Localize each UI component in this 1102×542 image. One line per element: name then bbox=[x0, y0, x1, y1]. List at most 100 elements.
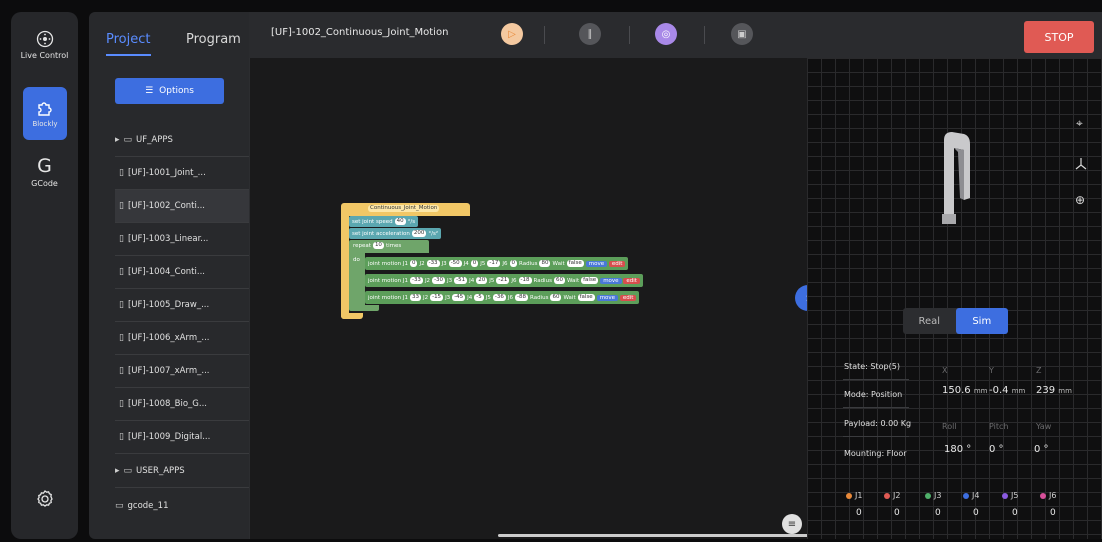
tree-file-1004[interactable]: ▯ [UF]-1004_Conti... bbox=[115, 256, 249, 289]
mode-label: Mode: Position bbox=[844, 390, 903, 399]
j4-value[interactable]: -5 bbox=[474, 294, 484, 301]
wait-value[interactable]: false bbox=[566, 260, 584, 267]
repeat-count[interactable]: 10 bbox=[372, 242, 384, 249]
project-panel: Project Program ☰ Options ▸ ▭ UF_APPS ▯[… bbox=[89, 12, 249, 539]
location-pin-icon[interactable]: ⌖ bbox=[1076, 116, 1083, 131]
tab-program[interactable]: Program bbox=[186, 32, 241, 47]
joint-value-j4: 0 bbox=[973, 508, 979, 518]
radius-value[interactable]: 60 bbox=[553, 277, 565, 284]
file-icon: ▯ bbox=[119, 234, 124, 244]
folder-user-apps[interactable]: ▸ ▭ USER_APPS bbox=[115, 455, 249, 488]
j2-value[interactable]: -15 bbox=[430, 294, 444, 301]
j5-value[interactable]: -21 bbox=[496, 277, 510, 284]
joystick-icon bbox=[36, 30, 53, 48]
j1-value[interactable]: 0 bbox=[409, 260, 418, 267]
joint-motion-block[interactable]: joint motion J1 33 J2 -15 J3 -45 J4 -5 J5 -36 J6 -8… bbox=[365, 291, 640, 304]
save-button[interactable]: ▣ bbox=[731, 23, 753, 45]
folder-uf-apps[interactable]: ▸ ▭ UF_APPS bbox=[115, 124, 249, 157]
play-icon: ▷ bbox=[508, 28, 516, 40]
gear-icon bbox=[36, 490, 53, 507]
j1-value[interactable]: 33 bbox=[409, 294, 421, 301]
real-sim-toggle[interactable]: Real Sim bbox=[903, 308, 1008, 334]
radius-value[interactable]: 80 bbox=[539, 260, 551, 267]
joint-motion-block[interactable]: joint motion J1 -33 J2 -30 J3 -51 J4 20 J5 -21 J6-… bbox=[365, 274, 643, 287]
edit-button[interactable]: edit bbox=[608, 260, 626, 267]
j6-value[interactable]: 0 bbox=[509, 260, 518, 267]
axes-icon[interactable] bbox=[1073, 156, 1089, 172]
x-value: 150.6 mm bbox=[942, 385, 987, 396]
file-label: [UF]-1004_Conti... bbox=[127, 267, 205, 277]
speed-label: set joint speed bbox=[352, 218, 393, 225]
pitch-value: 0 ° bbox=[989, 444, 1004, 455]
edit-button[interactable]: edit bbox=[619, 294, 637, 301]
tree-file-1002[interactable]: ▯ [UF]-1002_Conti... bbox=[115, 190, 249, 223]
joint-value-j6: 0 bbox=[1050, 508, 1056, 518]
j2-value[interactable]: -30 bbox=[432, 277, 446, 284]
python-button[interactable]: ◎ bbox=[655, 23, 677, 45]
options-button[interactable]: ☰ Options bbox=[115, 78, 224, 104]
function-block-body bbox=[341, 216, 349, 319]
tree-file-1005[interactable]: ▯ [UF]-1005_Draw_... bbox=[115, 289, 249, 322]
j2-value[interactable]: -33 bbox=[426, 260, 440, 267]
set-joint-acceleration-block[interactable]: set joint acceleration 200 °/s² bbox=[349, 228, 442, 239]
gcode-icon: G bbox=[37, 155, 52, 177]
horizontal-scrollbar[interactable] bbox=[498, 534, 810, 537]
block-menu-button[interactable]: ≡ bbox=[782, 514, 802, 534]
move-button[interactable]: move bbox=[596, 294, 619, 301]
tree-file-1007[interactable]: ▯ [UF]-1007_xArm_... bbox=[115, 355, 249, 388]
file-label: [UF]-1007_xArm_... bbox=[127, 366, 210, 376]
acceleration-value[interactable]: 200 bbox=[411, 230, 427, 237]
move-button[interactable]: move bbox=[585, 260, 608, 267]
x-label: X bbox=[942, 366, 948, 375]
j3-value[interactable]: -51 bbox=[454, 277, 468, 284]
j5-value[interactable]: -36 bbox=[492, 294, 506, 301]
acceleration-label: set joint acceleration bbox=[352, 230, 410, 237]
joint-color-dot bbox=[1040, 492, 1046, 499]
robot-arm-model bbox=[942, 132, 970, 224]
tree-file-1008[interactable]: ▯ [UF]-1008_Bio_G... bbox=[115, 388, 249, 421]
j1-value[interactable]: -33 bbox=[409, 277, 423, 284]
function-name-field[interactable]: Continuous_Joint_Motion bbox=[366, 205, 441, 212]
sim-button[interactable]: Sim bbox=[955, 308, 1008, 334]
joint-color-dot bbox=[1002, 492, 1008, 499]
function-block-footer bbox=[341, 313, 363, 319]
folder-icon: ▭ bbox=[123, 466, 133, 476]
settings-button[interactable] bbox=[11, 489, 78, 509]
edit-button[interactable]: edit bbox=[623, 277, 640, 284]
stop-button[interactable]: STOP bbox=[1024, 21, 1094, 53]
j3-value[interactable]: -45 bbox=[452, 294, 466, 301]
radius-value[interactable]: 60 bbox=[550, 294, 562, 301]
run-button[interactable]: ▷ bbox=[501, 23, 523, 45]
j5-value[interactable]: -17 bbox=[487, 260, 501, 267]
real-button[interactable]: Real bbox=[903, 308, 956, 334]
pause-button[interactable]: ∥ bbox=[579, 23, 601, 45]
j4-value[interactable]: 0 bbox=[470, 260, 479, 267]
j6-value[interactable]: -18 bbox=[518, 277, 532, 284]
tree-file-1006[interactable]: ▯ [UF]-1006_xArm_... bbox=[115, 322, 249, 355]
wait-value[interactable]: false bbox=[577, 294, 595, 301]
y-value: -0.4 mm bbox=[989, 385, 1025, 396]
tree-file-1009[interactable]: ▯ [UF]-1009_Digital... bbox=[115, 421, 249, 454]
rail-item-gcode[interactable]: G GCode bbox=[11, 156, 78, 188]
tree-file-1001[interactable]: ▯ [UF]-1001_Joint_... bbox=[115, 157, 249, 190]
joint-motion-block[interactable]: joint motion J1 0 J2 -33 J3 -50 J4 0 J5 -17 J6 0 Rad… bbox=[365, 257, 629, 270]
tab-project[interactable]: Project bbox=[106, 32, 150, 47]
folder-label: gcode_11 bbox=[127, 500, 169, 511]
set-joint-speed-block[interactable]: set joint speed 40 °/s bbox=[349, 216, 419, 227]
mounting-label: Mounting: Floor bbox=[844, 449, 907, 458]
caret-icon: ▸ bbox=[115, 466, 120, 476]
roll-value: 180 ° bbox=[944, 444, 972, 455]
move-button[interactable]: move bbox=[600, 277, 622, 284]
file-label: [UF]-1006_xArm_... bbox=[127, 333, 210, 343]
j4-value[interactable]: 20 bbox=[476, 277, 488, 284]
crosshair-icon[interactable]: ⊕ bbox=[1075, 193, 1085, 207]
folder-icon: ▭ bbox=[123, 135, 133, 145]
j3-value[interactable]: -50 bbox=[448, 260, 462, 267]
rail-item-blockly[interactable]: Blockly bbox=[23, 87, 67, 140]
rail-item-live-control[interactable]: Live Control bbox=[11, 30, 78, 60]
speed-value[interactable]: 40 bbox=[394, 218, 406, 225]
folder-gcode[interactable]: ▭ gcode_11 bbox=[115, 489, 249, 522]
tree-file-1003[interactable]: ▯ [UF]-1003_Linear... bbox=[115, 223, 249, 256]
j6-value[interactable]: -88 bbox=[515, 294, 528, 301]
wait-value[interactable]: false bbox=[581, 277, 599, 284]
